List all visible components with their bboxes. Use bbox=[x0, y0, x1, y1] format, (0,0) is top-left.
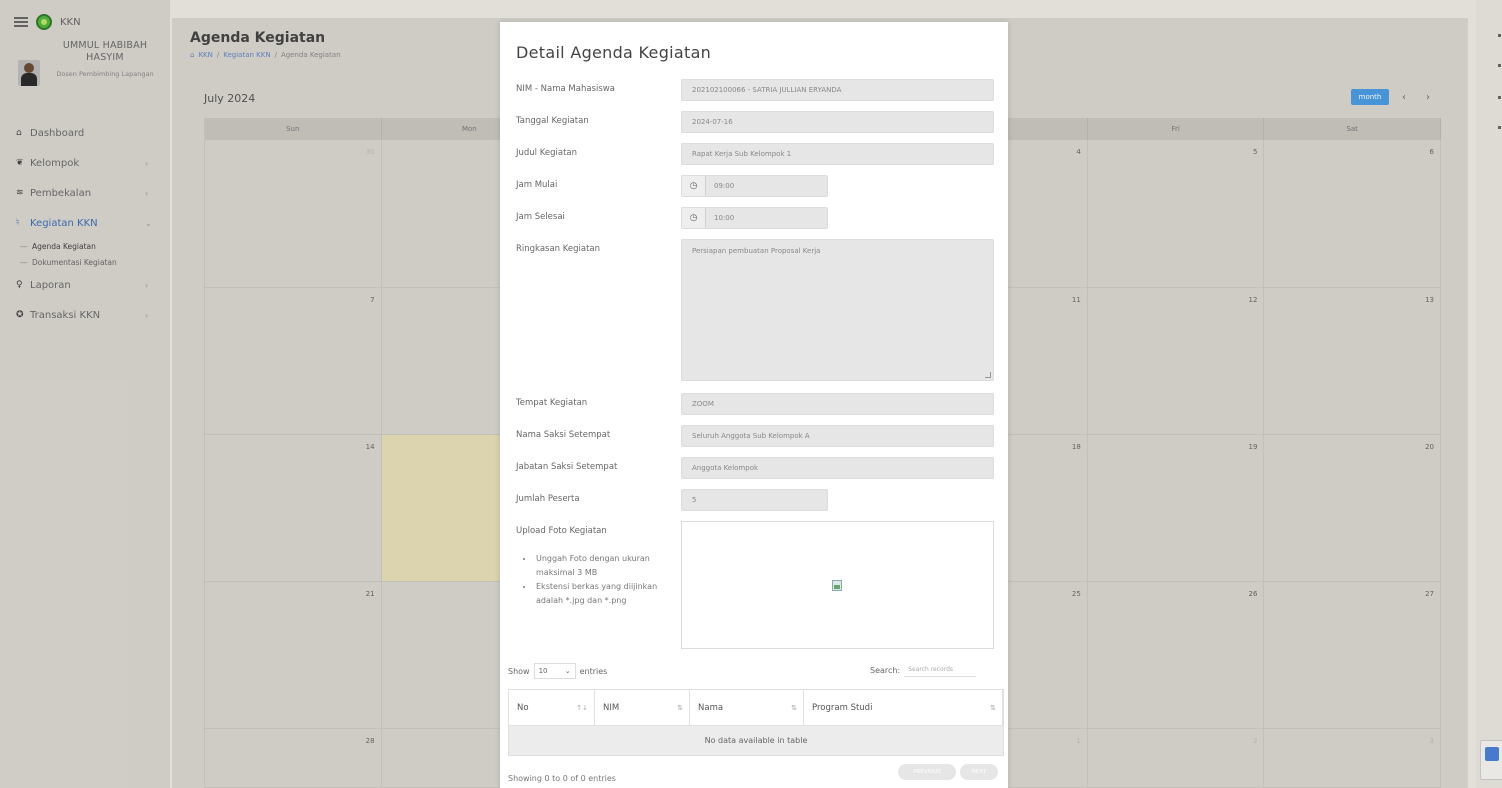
table-search: Search: Search records bbox=[870, 663, 977, 677]
nim-label: NIM - Nama Mahasiswa bbox=[516, 84, 615, 94]
ringkasan-value: Persiapan pembuatan Proposal Kerja bbox=[692, 247, 821, 255]
tempat-field[interactable]: ZOOM bbox=[681, 393, 994, 415]
clock-icon: ◷ bbox=[682, 176, 706, 196]
jabatan-label: Jabatan Saksi Setempat bbox=[516, 462, 618, 472]
upload-note: Ekstensi berkas yang diijinkan adalah *.… bbox=[534, 580, 662, 608]
search-input[interactable]: Search records bbox=[904, 663, 977, 677]
resize-handle-icon[interactable] bbox=[985, 372, 991, 378]
previous-page-button[interactable]: PREVIOUS bbox=[898, 764, 956, 780]
tempat-label: Tempat Kegiatan bbox=[516, 398, 588, 408]
detail-agenda-modal: Detail Agenda Kegiatan NIM - Nama Mahasi… bbox=[500, 22, 1008, 788]
peserta-table: No ↑↓ NIM ⇅ Nama ⇅ Program Studi ⇅ No da… bbox=[508, 689, 1004, 756]
jabatan-field[interactable]: Anggota Kelompok bbox=[681, 457, 994, 479]
nim-field[interactable]: 202102100066 - SATRIA JULLIAN ERYANDA bbox=[681, 79, 994, 101]
column-header-no[interactable]: No ↑↓ bbox=[509, 690, 595, 725]
tanggal-label: Tanggal Kegiatan bbox=[516, 116, 589, 126]
tanggal-field[interactable]: 2024-07-16 bbox=[681, 111, 994, 133]
entries-label: entries bbox=[579, 666, 608, 676]
photo-preview bbox=[681, 521, 994, 649]
jam-selesai-value: 10:00 bbox=[714, 214, 735, 222]
jam-mulai-field[interactable]: ◷ 09:00 bbox=[681, 175, 828, 197]
upload-label: Upload Foto Kegiatan bbox=[516, 526, 607, 536]
entries-value: 10 bbox=[538, 667, 548, 675]
column-header-nim[interactable]: NIM ⇅ bbox=[595, 690, 690, 725]
search-label: Search: bbox=[870, 665, 901, 675]
entries-select[interactable]: 10 ⌄ bbox=[533, 663, 576, 679]
sort-asc-icon: ↑↓ bbox=[576, 703, 588, 712]
judul-field[interactable]: Rapat Kerja Sub Kelompok 1 bbox=[681, 143, 994, 165]
sort-icon: ⇅ bbox=[677, 703, 683, 712]
ringkasan-textarea[interactable]: Persiapan pembuatan Proposal Kerja bbox=[681, 239, 994, 381]
jam-mulai-label: Jam Mulai bbox=[516, 180, 558, 190]
ringkasan-label: Ringkasan Kegiatan bbox=[516, 244, 601, 254]
upload-notes: Unggah Foto dengan ukuran maksimal 3 MB … bbox=[522, 552, 662, 608]
entries-length-control: Show 10 ⌄ entries bbox=[508, 663, 607, 679]
sort-icon: ⇅ bbox=[990, 703, 996, 712]
jumlah-label: Jumlah Peserta bbox=[516, 494, 580, 504]
broken-image-icon bbox=[832, 580, 842, 591]
column-header-program-studi[interactable]: Program Studi ⇅ bbox=[804, 690, 1003, 725]
saksi-field[interactable]: Seluruh Anggota Sub Kelompok A bbox=[681, 425, 994, 447]
modal-title: Detail Agenda Kegiatan bbox=[516, 43, 712, 62]
jumlah-field[interactable]: 5 bbox=[681, 489, 828, 511]
table-empty-row: No data available in table bbox=[508, 726, 1004, 756]
table-info: Showing 0 to 0 of 0 entries bbox=[508, 774, 616, 783]
jam-selesai-label: Jam Selesai bbox=[516, 212, 565, 222]
table-header: No ↑↓ NIM ⇅ Nama ⇅ Program Studi ⇅ bbox=[508, 689, 1004, 726]
clock-icon: ◷ bbox=[682, 208, 706, 228]
next-page-button[interactable]: NEXT bbox=[960, 764, 998, 780]
saksi-label: Nama Saksi Setempat bbox=[516, 430, 611, 440]
jam-selesai-field[interactable]: ◷ 10:00 bbox=[681, 207, 828, 229]
column-label: Program Studi bbox=[812, 702, 873, 713]
show-label: Show bbox=[508, 666, 530, 676]
chevron-down-icon: ⌄ bbox=[564, 667, 571, 675]
column-header-nama[interactable]: Nama ⇅ bbox=[690, 690, 804, 725]
judul-label: Judul Kegiatan bbox=[516, 148, 578, 158]
sort-icon: ⇅ bbox=[791, 703, 797, 712]
jam-mulai-value: 09:00 bbox=[714, 182, 735, 190]
column-label: NIM bbox=[603, 702, 620, 713]
column-label: No bbox=[517, 702, 529, 713]
upload-note: Unggah Foto dengan ukuran maksimal 3 MB bbox=[534, 552, 662, 580]
column-label: Nama bbox=[698, 702, 724, 713]
